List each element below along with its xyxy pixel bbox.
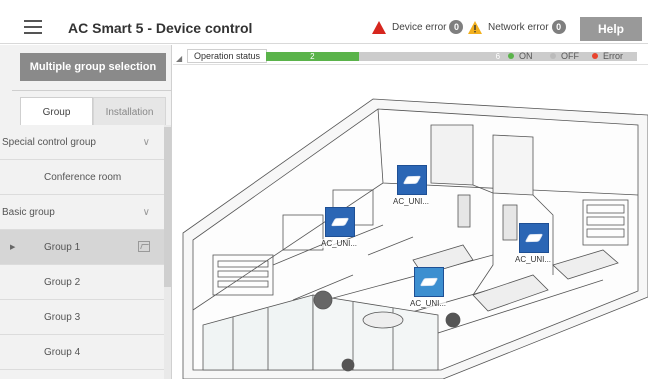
operation-status-label: Operation status xyxy=(187,49,268,63)
ac-unit-label: AC_UNI... xyxy=(410,299,447,308)
air-conditioner-icon xyxy=(325,207,355,237)
tab-installation[interactable]: Installation xyxy=(93,97,166,127)
operation-status-progress: 2 6 xyxy=(266,52,637,61)
list-item-label: Group 4 xyxy=(44,347,81,358)
device-error-count: 0 xyxy=(449,20,464,34)
sidebar-tabs: Group Installation xyxy=(20,97,166,127)
ac-unit-label: AC_UNI... xyxy=(393,197,430,206)
app-title: AC Smart 5 - Device control xyxy=(68,20,253,36)
caret-right-icon: ▶ xyxy=(10,244,16,251)
list-item-group-1[interactable]: ▶ Group 1 xyxy=(0,230,164,265)
warning-triangle-red-icon xyxy=(372,20,386,34)
sidebar-scrollbar[interactable] xyxy=(164,125,171,379)
chevron-down-icon[interactable]: ∨ xyxy=(143,125,150,160)
ac-unit-1[interactable]: AC_UNI... xyxy=(393,165,430,206)
hamburger-menu-icon[interactable] xyxy=(24,20,42,34)
warning-triangle-yellow-icon xyxy=(468,20,482,34)
ac-unit-3[interactable]: AC_UNI... xyxy=(515,223,552,264)
collapse-arrow-icon[interactable]: ◢ xyxy=(176,54,182,63)
network-error-status[interactable]: Network error 0 xyxy=(468,20,566,34)
list-item-label: Special control group xyxy=(2,137,96,148)
legend-on: ON xyxy=(508,51,533,61)
sidebar: Multiple group selection Group Installat… xyxy=(0,45,172,379)
list-item-group-2[interactable]: Group 2 xyxy=(0,265,164,300)
list-item-label: Group 3 xyxy=(44,312,81,323)
legend-error: Error xyxy=(592,51,623,61)
list-item-label: Group 1 xyxy=(44,242,81,253)
list-item-special-control-group[interactable]: Special control group ∨ xyxy=(0,125,164,160)
ac-unit-label: AC_UNI... xyxy=(515,255,552,264)
multiple-group-selection-button[interactable]: Multiple group selection xyxy=(20,53,166,81)
ac-unit-2[interactable]: AC_UNI... xyxy=(321,207,358,248)
floor-plan-image[interactable] xyxy=(173,65,648,379)
list-item-group-3[interactable]: Group 3 xyxy=(0,300,164,335)
legend-error-label: Error xyxy=(603,51,623,61)
network-error-count: 0 xyxy=(551,20,566,34)
ac-unit-label: AC_UNI... xyxy=(321,239,358,248)
top-bar: AC Smart 5 - Device control Device error… xyxy=(0,0,648,44)
on-count-segment: 2 xyxy=(266,52,359,61)
device-error-status[interactable]: Device error 0 xyxy=(372,20,464,34)
list-item-conference-room[interactable]: Conference room xyxy=(0,160,164,195)
ac-unit-4[interactable]: AC_UNI... xyxy=(410,267,447,308)
green-dot-icon xyxy=(508,53,514,59)
legend-on-label: ON xyxy=(519,51,533,61)
image-icon[interactable] xyxy=(138,241,150,252)
operation-status-bar: ◢ Operation status 2 6 ON OFF Error xyxy=(173,47,648,65)
list-item-label: Group 2 xyxy=(44,277,81,288)
list-item-group-4[interactable]: Group 4 xyxy=(0,335,164,370)
divider xyxy=(12,90,172,91)
air-conditioner-icon xyxy=(397,165,427,195)
main-area: ◢ Operation status 2 6 ON OFF Error AC_U… xyxy=(173,45,648,379)
red-dot-icon xyxy=(592,53,598,59)
network-error-label: Network error xyxy=(488,21,549,33)
list-item-label: Basic group xyxy=(2,207,55,218)
air-conditioner-icon xyxy=(414,267,444,297)
scrollbar-thumb[interactable] xyxy=(164,127,171,287)
help-button[interactable]: Help xyxy=(580,17,642,41)
chevron-down-icon[interactable]: ∨ xyxy=(143,195,150,230)
legend-off: OFF xyxy=(550,51,579,61)
device-error-label: Device error xyxy=(392,21,447,33)
gray-dot-icon xyxy=(550,53,556,59)
air-conditioner-icon xyxy=(519,223,549,253)
group-list: Special control group ∨ Conference room … xyxy=(0,125,164,370)
list-item-basic-group[interactable]: Basic group ∨ xyxy=(0,195,164,230)
legend-off-label: OFF xyxy=(561,51,579,61)
tab-group[interactable]: Group xyxy=(20,97,93,127)
list-item-label: Conference room xyxy=(44,172,122,183)
